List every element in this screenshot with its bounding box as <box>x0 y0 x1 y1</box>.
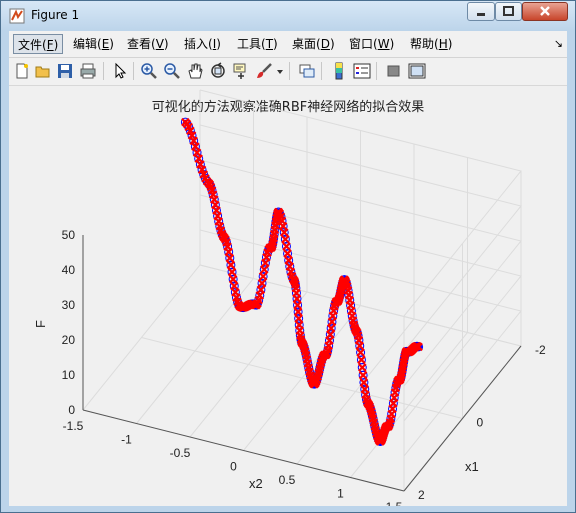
brush-dropdown-icon[interactable] <box>275 62 285 80</box>
plot-3d[interactable]: 01020304050-1.5-1-0.500.511.5-202 x1 x2 … <box>9 86 567 506</box>
z-tick-label: 10 <box>62 368 76 382</box>
maximize-icon <box>503 6 514 16</box>
brush-icon[interactable] <box>255 62 273 80</box>
matlab-figure-icon <box>9 8 25 24</box>
x2-tick-label: 0.5 <box>279 473 296 487</box>
x2-tick-label: 0 <box>230 460 237 474</box>
data-point-cross <box>357 363 367 372</box>
x1-tick-label: 0 <box>477 416 484 430</box>
hide-plot-tools-icon[interactable] <box>385 62 403 80</box>
data-point-cross <box>357 355 366 365</box>
data-point-cross <box>283 249 292 258</box>
window-title: Figure 1 <box>31 8 80 22</box>
open-file-icon[interactable] <box>34 62 52 80</box>
menu-file[interactable]: 文件(F) <box>13 34 64 54</box>
zoom-out-icon[interactable] <box>163 62 181 80</box>
grid-line <box>82 90 201 411</box>
figure-window: Figure 1 文件(F) 编辑(E) 查看(V) 插入(I) 工具(T) 桌… <box>0 0 576 513</box>
data-point-cross <box>282 242 291 251</box>
toolbar-separator <box>133 62 134 80</box>
f-axis-label: F <box>33 320 48 328</box>
new-figure-icon[interactable] <box>13 62 31 80</box>
rotate-3d-icon[interactable] <box>209 62 227 80</box>
menu-bar: 文件(F) 编辑(E) 查看(V) 插入(I) 工具(T) 桌面(D) 窗口(W… <box>9 31 567 57</box>
menu-view[interactable]: 查看(V) <box>123 34 173 54</box>
save-icon[interactable] <box>56 62 74 80</box>
data-point-cross <box>258 272 268 281</box>
data-series <box>180 117 424 446</box>
minimize-icon <box>477 13 485 16</box>
zoom-in-icon[interactable] <box>140 62 158 80</box>
z-tick-label: 50 <box>62 228 76 242</box>
menu-window[interactable]: 窗口(W) <box>345 34 398 54</box>
z-tick-label: 0 <box>68 403 75 417</box>
close-icon <box>540 6 550 16</box>
legend-icon[interactable] <box>353 62 371 80</box>
toolbar-separator <box>289 62 290 80</box>
title-bar[interactable]: Figure 1 <box>1 1 575 31</box>
x2-tick-label: -1 <box>121 433 132 447</box>
figure-canvas[interactable]: 可视化的方法观察准确RBF神经网络的拟合效果 0 10 20 30 40 50 -1.5 -1… <box>9 85 567 506</box>
menu-help[interactable]: 帮助(H) <box>406 34 456 54</box>
x2-tick-label: 1.5 <box>386 500 403 506</box>
toolbar-separator <box>321 62 322 80</box>
menu-desktop[interactable]: 桌面(D) <box>288 34 339 54</box>
pan-hand-icon[interactable] <box>186 62 204 80</box>
data-point-cross <box>226 260 236 270</box>
minimize-button[interactable] <box>467 2 495 21</box>
toolbar-separator <box>103 62 104 80</box>
z-tick-label: 40 <box>62 263 76 277</box>
link-plot-icon[interactable] <box>298 62 316 80</box>
menu-edit[interactable]: 编辑(E) <box>69 34 118 54</box>
menu-insert[interactable]: 插入(I) <box>180 34 225 54</box>
x1-axis-label: x1 <box>465 459 479 474</box>
x2-axis-label: x2 <box>249 476 263 491</box>
colorbar-icon[interactable] <box>330 62 348 80</box>
x2-axis-line <box>82 409 405 492</box>
menu-overflow-icon[interactable]: ↘ <box>554 37 563 50</box>
x1-tick-label: 2 <box>418 488 425 502</box>
edit-pointer-icon[interactable] <box>111 62 129 80</box>
data-cursor-icon[interactable] <box>232 62 250 80</box>
x2-tick-label: 1 <box>337 487 344 501</box>
z-tick-label: 30 <box>62 298 76 312</box>
maximize-button[interactable] <box>495 2 522 21</box>
x2-tick-label: -1.5 <box>63 419 84 433</box>
print-icon[interactable] <box>79 62 97 80</box>
data-point-cross <box>228 274 238 284</box>
show-plot-tools-icon[interactable] <box>408 62 426 80</box>
x1-tick-label: -2 <box>535 343 546 357</box>
figure-toolbar <box>9 57 567 86</box>
menu-tools[interactable]: 工具(T) <box>233 34 282 54</box>
z-tick-label: 20 <box>62 333 76 347</box>
data-point-cross <box>281 234 290 244</box>
close-button[interactable] <box>522 2 568 21</box>
data-point-cross <box>358 370 368 380</box>
x2-tick-label: -0.5 <box>170 446 191 460</box>
axes-box <box>82 89 522 492</box>
toolbar-separator <box>376 62 377 80</box>
